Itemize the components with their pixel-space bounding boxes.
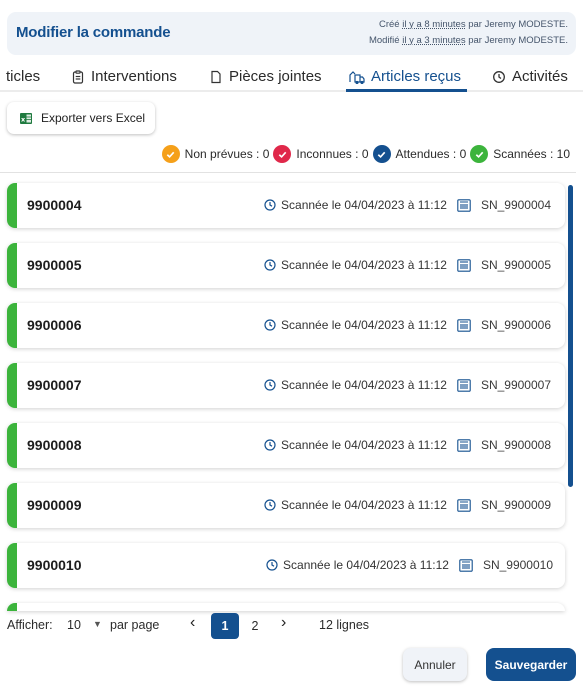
serial-number: SN_9900005 bbox=[480, 258, 551, 272]
tab-attachments[interactable]: Pièces jointes bbox=[209, 68, 322, 85]
scan-date: Scannée le 04/04/2023 à 11:12 bbox=[281, 498, 447, 512]
scan-date: Scannée le 04/04/2023 à 11:12 bbox=[281, 198, 447, 212]
serial-number: SN_9900008 bbox=[480, 438, 551, 452]
status-bar bbox=[7, 363, 17, 408]
file-icon bbox=[211, 70, 221, 83]
clock-icon bbox=[266, 559, 278, 571]
barcode-icon bbox=[457, 258, 471, 272]
item-number: 9900005 bbox=[27, 257, 82, 273]
status-bar bbox=[7, 303, 17, 348]
tab-bar: ticles Interventions Pièces jointes Arti… bbox=[0, 62, 583, 92]
item-number: 9900010 bbox=[27, 557, 82, 573]
barcode-icon bbox=[457, 438, 471, 452]
serial-number: SN_9900004 bbox=[480, 198, 551, 212]
excel-icon: x bbox=[20, 112, 32, 124]
check-circle-icon bbox=[273, 145, 292, 163]
clipboard-icon bbox=[72, 69, 84, 84]
page-title: Modifier la commande bbox=[16, 24, 171, 41]
scan-date: Scannée le 04/04/2023 à 11:12 bbox=[283, 558, 449, 572]
serial-number: SN_9900006 bbox=[480, 318, 551, 332]
history-icon bbox=[493, 70, 505, 83]
per-page-suffix: par page bbox=[110, 618, 160, 632]
item-number: 9900006 bbox=[27, 317, 82, 333]
scan-stats: Non prévues : 0 Inconnues : 0 Attendues … bbox=[158, 144, 570, 164]
list-item[interactable]: 9900005 Scannée le 04/04/2023 à 11:12 SN… bbox=[7, 243, 565, 288]
clock-icon bbox=[264, 379, 276, 391]
barcode-icon bbox=[459, 558, 473, 572]
show-label: Afficher: bbox=[7, 618, 53, 632]
status-bar bbox=[7, 483, 17, 528]
status-bar bbox=[7, 603, 17, 611]
serial-number: SN_9900009 bbox=[480, 498, 551, 512]
scan-date: Scannée le 04/04/2023 à 11:12 bbox=[281, 438, 447, 452]
pagination: Afficher: 10 ▼ par page ‹ 1 2 › 12 ligne… bbox=[7, 613, 583, 639]
export-excel-button[interactable]: x Exporter vers Excel bbox=[7, 102, 155, 134]
status-bar bbox=[7, 423, 17, 468]
save-button[interactable]: Sauvegarder bbox=[486, 648, 576, 681]
stat-unplanned: Non prévues : 0 bbox=[161, 145, 269, 163]
barcode-icon bbox=[457, 318, 471, 332]
list-item[interactable]: 9900008 Scannée le 04/04/2023 à 11:12 SN… bbox=[7, 423, 565, 468]
check-circle-icon bbox=[470, 145, 489, 163]
tab-interventions[interactable]: Interventions bbox=[71, 68, 177, 85]
page-header: Modifier la commande Créé il y a 8 minut… bbox=[7, 12, 576, 55]
audit-info: Créé il y a 8 minutes par Jeremy MODESTE… bbox=[369, 17, 568, 49]
item-number: 9900008 bbox=[27, 437, 82, 453]
per-page-select[interactable]: 10 bbox=[67, 618, 81, 632]
prev-page-button[interactable]: ‹ bbox=[190, 614, 195, 632]
cancel-button[interactable]: Annuler bbox=[403, 648, 467, 681]
clock-icon bbox=[264, 439, 276, 451]
page-2-button[interactable]: 2 bbox=[241, 613, 269, 639]
stat-unknown: Inconnues : 0 bbox=[273, 145, 369, 163]
serial-number: SN_9900010 bbox=[482, 558, 553, 572]
clock-icon bbox=[264, 499, 276, 511]
created-info: Créé il y a 8 minutes par Jeremy MODESTE… bbox=[378, 19, 568, 30]
stat-scanned: Scannées : 10 bbox=[470, 145, 570, 163]
list-scrollbar[interactable] bbox=[568, 185, 573, 487]
modified-info: Modifié il y a 3 minutes par Jeremy MODE… bbox=[368, 35, 568, 46]
list-item[interactable]: 9900010 Scannée le 04/04/2023 à 11:12 SN… bbox=[7, 543, 565, 588]
tab-received-items[interactable]: Articles reçus bbox=[349, 68, 461, 85]
modified-relative-time: il y a 3 minutes bbox=[402, 35, 466, 46]
truck-icon bbox=[349, 70, 365, 84]
scan-date: Scannée le 04/04/2023 à 11:12 bbox=[281, 378, 447, 392]
caret-down-icon[interactable]: ▼ bbox=[93, 619, 102, 629]
divider bbox=[0, 172, 576, 173]
check-circle-icon bbox=[372, 145, 391, 163]
created-relative-time: il y a 8 minutes bbox=[402, 19, 466, 30]
status-bar bbox=[7, 243, 17, 288]
barcode-icon bbox=[457, 198, 471, 212]
stat-expected: Attendues : 0 bbox=[372, 145, 466, 163]
tab-activities[interactable]: Activités bbox=[492, 68, 568, 85]
clock-icon bbox=[264, 319, 276, 331]
check-circle-icon bbox=[161, 145, 180, 163]
tab-articles[interactable]: ticles bbox=[6, 68, 40, 85]
scan-date: Scannée le 04/04/2023 à 11:12 bbox=[281, 318, 447, 332]
page-1-button[interactable]: 1 bbox=[211, 613, 239, 639]
total-rows: 12 lignes bbox=[319, 618, 370, 632]
item-number: 9900004 bbox=[27, 197, 82, 213]
serial-number: SN_9900007 bbox=[480, 378, 551, 392]
item-number: 9900009 bbox=[27, 497, 82, 513]
list-item-partial[interactable] bbox=[7, 603, 565, 611]
active-tab-indicator bbox=[346, 89, 467, 92]
list-item[interactable]: 9900006 Scannée le 04/04/2023 à 11:12 SN… bbox=[7, 303, 565, 348]
clock-icon bbox=[264, 199, 276, 211]
list-item[interactable]: 9900009 Scannée le 04/04/2023 à 11:12 SN… bbox=[7, 483, 565, 528]
item-number: 9900007 bbox=[27, 377, 82, 393]
barcode-icon bbox=[457, 378, 471, 392]
scan-date: Scannée le 04/04/2023 à 11:12 bbox=[281, 258, 447, 272]
list-item[interactable]: 9900007 Scannée le 04/04/2023 à 11:12 SN… bbox=[7, 363, 565, 408]
status-bar bbox=[7, 543, 17, 588]
clock-icon bbox=[264, 259, 276, 271]
next-page-button[interactable]: › bbox=[281, 614, 286, 632]
status-bar bbox=[7, 183, 17, 228]
list-item[interactable]: 9900004 Scannée le 04/04/2023 à 11:12 SN… bbox=[7, 183, 565, 228]
barcode-icon bbox=[457, 498, 471, 512]
